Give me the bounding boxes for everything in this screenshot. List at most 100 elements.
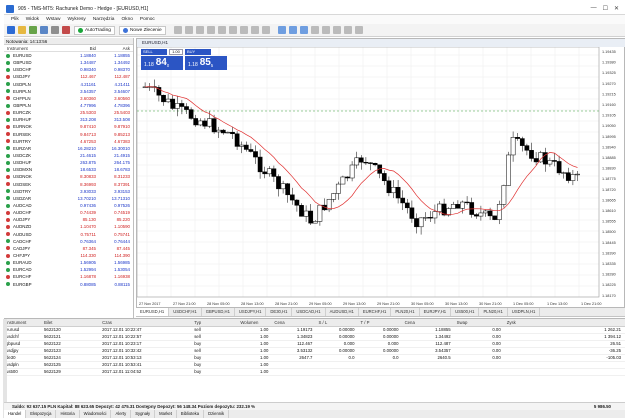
symbol-row[interactable]: EURTRY 4.67253 4.67383 bbox=[4, 138, 133, 145]
minimize-icon[interactable]: — bbox=[591, 5, 597, 12]
tester-icon[interactable] bbox=[62, 26, 70, 34]
symbol-row[interactable]: USDSEK 8.36993 8.37391 bbox=[4, 181, 133, 188]
symbol-row[interactable]: USDPLN 4.21161 4.21411 bbox=[4, 81, 133, 88]
new-order-button[interactable]: Nowe Zlecenie bbox=[118, 25, 166, 35]
symbol-row[interactable]: AUDUSD 0.75711 0.75741 bbox=[4, 231, 133, 238]
toolbox-tab[interactable]: Handel bbox=[4, 410, 27, 418]
chart-tab[interactable]: EURCHF,H1 bbox=[359, 308, 392, 316]
close-icon[interactable]: ✕ bbox=[614, 5, 619, 12]
autotrading-button[interactable]: AutoTrading bbox=[74, 25, 115, 35]
symbol-row[interactable]: USDZAR 13.70210 13.71310 bbox=[4, 195, 133, 202]
trade-column-header[interactable]: S / L bbox=[316, 319, 359, 327]
toolbox-tab[interactable]: Alerty bbox=[111, 410, 132, 418]
trade-column-header[interactable]: Swap bbox=[454, 319, 505, 327]
line-chart-icon[interactable] bbox=[299, 26, 308, 34]
trade-column-header[interactable]: Zysk bbox=[504, 319, 625, 327]
symbol-row[interactable]: USDTRY 3.93033 3.93153 bbox=[4, 188, 133, 195]
trade-column-header[interactable]: Bilet bbox=[42, 319, 101, 327]
toolbox-tab[interactable]: Ekspozycja bbox=[26, 410, 57, 418]
trade-column-header[interactable]: Cena bbox=[402, 319, 455, 327]
symbol-row[interactable]: CADJPY 87.345 87.445 bbox=[4, 245, 133, 252]
trendline-icon[interactable] bbox=[217, 26, 226, 34]
symbol-row[interactable]: EURSEK 9.84713 9.85213 bbox=[4, 131, 133, 138]
symbol-row[interactable]: GBPUSD 1.34487 1.34492 bbox=[4, 59, 133, 66]
text-tool-icon[interactable] bbox=[250, 26, 259, 34]
chart-tab[interactable]: PLN20,H1 bbox=[391, 308, 420, 316]
toolbox-tab[interactable]: Wiadomości bbox=[80, 410, 112, 418]
position-row[interactable]: de30 5622124 2017.12.01 10:53:13 buy 1.00 264… bbox=[4, 354, 625, 362]
toolbox-tab[interactable]: Historia bbox=[56, 410, 80, 418]
symbol-row[interactable]: EURZAR 16.28210 16.30010 bbox=[4, 145, 133, 152]
chart-tab[interactable]: DE30,H1 bbox=[266, 308, 293, 316]
toolbox-icon[interactable] bbox=[51, 26, 59, 34]
zoom-in-icon[interactable] bbox=[310, 26, 319, 34]
chart-tab[interactable]: US500,H1 bbox=[451, 308, 480, 316]
trade-column-header[interactable]: T / P bbox=[358, 319, 403, 327]
menu-item[interactable]: Widok bbox=[26, 17, 39, 22]
zoom-out-icon[interactable] bbox=[321, 26, 330, 34]
symbol-row[interactable]: EURNOK 9.87410 9.87910 bbox=[4, 123, 133, 130]
col-bid[interactable]: Bid bbox=[60, 45, 98, 51]
buy-button[interactable]: BUY bbox=[185, 49, 211, 55]
maximize-icon[interactable]: ☐ bbox=[603, 5, 608, 12]
symbol-row[interactable]: USDHUF 263.875 264.175 bbox=[4, 159, 133, 166]
symbol-row[interactable]: USDNOK 8.30833 8.31233 bbox=[4, 173, 133, 180]
horizontal-line-icon[interactable] bbox=[206, 26, 215, 34]
symbol-row[interactable]: AUDNZD 1.10470 1.10590 bbox=[4, 223, 133, 230]
indicators-icon[interactable] bbox=[332, 26, 341, 34]
symbol-row[interactable]: GBPPLN 4.77996 4.78396 bbox=[4, 102, 133, 109]
chart-tab[interactable]: USDCHF,H1 bbox=[169, 308, 202, 316]
chart-tab[interactable]: USDJPY,H1 bbox=[235, 308, 267, 316]
symbol-row[interactable]: AUDJPY 85.130 85.220 bbox=[4, 216, 133, 223]
position-row[interactable]: usdchf 5622121 2017.12.01 10:22:57 sell 1.00… bbox=[4, 333, 625, 341]
shapes-icon[interactable] bbox=[261, 26, 270, 34]
position-row[interactable]: usdjpy 5622123 2017.12.01 10:32:42 sell 1.00… bbox=[4, 347, 625, 355]
candles-icon[interactable] bbox=[288, 26, 297, 34]
templates-icon[interactable] bbox=[354, 26, 363, 34]
symbol-row[interactable]: AUDCAD 0.97436 0.97526 bbox=[4, 202, 133, 209]
fibo-icon[interactable] bbox=[239, 26, 248, 34]
market-watch-icon[interactable] bbox=[29, 26, 37, 34]
symbol-row[interactable]: EURCAD 1.52994 1.53054 bbox=[4, 266, 133, 273]
toolbox-tab[interactable]: Market bbox=[155, 410, 177, 418]
symbol-row[interactable]: CADCHF 0.76364 0.76444 bbox=[4, 238, 133, 245]
menu-item[interactable]: Pomoc bbox=[140, 17, 155, 22]
symbol-row[interactable]: AUDCHF 0.74439 0.74519 bbox=[4, 209, 133, 216]
symbol-row[interactable]: EURCZK 25.5303 25.5403 bbox=[4, 109, 133, 116]
crosshair-icon[interactable] bbox=[184, 26, 193, 34]
symbol-row[interactable]: USDCHF 0.98340 0.98370 bbox=[4, 66, 133, 73]
channel-icon[interactable] bbox=[228, 26, 237, 34]
navigator-icon[interactable] bbox=[40, 26, 48, 34]
menu-item[interactable]: Wstaw bbox=[46, 17, 60, 22]
col-symbol[interactable]: Instrument bbox=[4, 45, 60, 51]
symbol-row[interactable]: USDMXN 18.6533 18.6783 bbox=[4, 166, 133, 173]
chart-tab[interactable]: EURJPY,H1 bbox=[420, 308, 452, 316]
symbol-row[interactable]: EURAUD 1.56905 1.56985 bbox=[4, 259, 133, 266]
symbol-row[interactable]: EURUSD 1.18840 1.18855 bbox=[4, 52, 133, 59]
toolbox-tab[interactable]: Biblioteka bbox=[177, 410, 205, 418]
position-row[interactable]: eurusd 5622120 2017.12.01 10:22:47 sell 1.00… bbox=[4, 326, 625, 334]
trade-column-header[interactable]: Typ bbox=[192, 319, 239, 327]
bar-chart-icon[interactable] bbox=[277, 26, 286, 34]
period-icon[interactable] bbox=[343, 26, 352, 34]
toolbox-tab[interactable]: Dziennik bbox=[204, 410, 230, 418]
chart-tab[interactable]: EURUSD,H1 bbox=[136, 308, 170, 316]
menu-item[interactable]: Narzędzia bbox=[93, 17, 115, 22]
trade-column-header[interactable]: Cena bbox=[272, 319, 317, 327]
chart-tab[interactable]: AUDUSD,H1 bbox=[326, 308, 359, 316]
vertical-line-icon[interactable] bbox=[195, 26, 204, 34]
sell-price-button[interactable]: 1.18 84 0 bbox=[141, 56, 183, 70]
symbol-row[interactable]: USDJPY 112.467 112.487 bbox=[4, 73, 133, 80]
trade-column-header[interactable]: Instrument bbox=[4, 319, 43, 327]
position-row[interactable]: usdpln 5622125 2017.12.01 10:53:41 buy 1.00 bbox=[4, 361, 625, 369]
position-row[interactable]: us500 5622129 2017.12.01 11:04:52 buy 1.00 bbox=[4, 368, 625, 376]
symbol-row[interactable]: USDCZK 21.4615 21.4915 bbox=[4, 152, 133, 159]
menu-item[interactable]: Okno bbox=[121, 17, 132, 22]
symbol-row[interactable]: EURHUF 313.208 313.508 bbox=[4, 116, 133, 123]
toolbox-tab[interactable]: Sygnały bbox=[131, 410, 156, 418]
profiles-icon[interactable] bbox=[18, 26, 26, 34]
position-row[interactable]: gbpusd 5622122 2017.12.01 10:23:17 buy 1.00 1… bbox=[4, 340, 625, 348]
chart-tab[interactable]: USDPLN,H1 bbox=[508, 308, 541, 316]
price-chart[interactable]: 1.19435 1.19380 1.19325 1.19270 1.19215 1.191… bbox=[137, 47, 625, 309]
menu-item[interactable]: Wykresy bbox=[67, 17, 85, 22]
